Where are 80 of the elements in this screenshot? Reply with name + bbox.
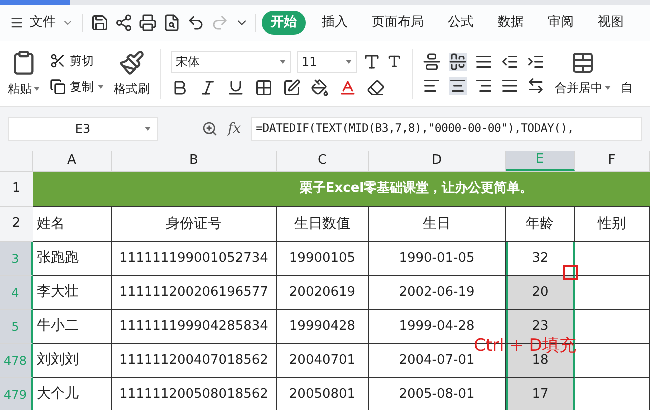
table-cell: 20050801 xyxy=(277,378,369,410)
undo-icon[interactable] xyxy=(187,14,205,32)
name-box[interactable]: E3 xyxy=(8,117,158,141)
fx-icon[interactable]: fx xyxy=(228,118,242,140)
table-cell: 大个儿 xyxy=(33,378,112,410)
table-cell: 32 xyxy=(506,242,575,276)
copy-button[interactable]: 复制 xyxy=(50,78,104,96)
table-cell: 李大壮 xyxy=(33,276,112,310)
column-header[interactable]: B xyxy=(112,151,277,171)
file-menu[interactable]: 文件 xyxy=(30,13,56,33)
print-icon[interactable] xyxy=(139,14,157,32)
align-middle-icon[interactable] xyxy=(449,52,467,70)
table-cell: 刘刘刘 xyxy=(33,344,112,378)
ribbon-label[interactable]: 自 xyxy=(621,78,633,96)
underline-icon[interactable] xyxy=(227,78,245,96)
print-preview-icon[interactable] xyxy=(163,14,181,32)
border-icon[interactable] xyxy=(255,78,273,96)
scissors-icon xyxy=(50,52,66,68)
font-dropdown[interactable]: 宋体 xyxy=(171,50,291,72)
table-cell: 20020619 xyxy=(277,276,369,310)
table-cell: 17 xyxy=(506,378,575,410)
dropdown-arrow-icon[interactable] xyxy=(280,60,286,64)
eraser-icon[interactable] xyxy=(367,78,385,96)
formula-field[interactable]: =DATEDIF(TEXT(MID(B3,7,8),"0000-00-00"),TODAY(), xyxy=(251,117,642,141)
window-tab-strip xyxy=(0,0,70,5)
ribbon-tab[interactable]: 插入 xyxy=(320,13,350,33)
column-header[interactable]: A xyxy=(33,151,112,171)
dropdown-arrow-icon[interactable] xyxy=(346,60,352,64)
header-cell: 生日 xyxy=(369,207,506,242)
ribbon-tab[interactable]: 视图 xyxy=(596,13,626,33)
table-cell: 111111199904285834 xyxy=(112,310,277,344)
header-cell: 生日数值 xyxy=(277,207,369,242)
column-header[interactable]: F xyxy=(575,151,650,171)
dropdown-arrow-icon[interactable] xyxy=(605,86,611,90)
ribbon-tab[interactable]: 审阅 xyxy=(546,13,576,33)
table-cell: 张跑跑 xyxy=(33,242,112,276)
row-header[interactable]: 2 xyxy=(0,207,33,242)
decrease-font-icon[interactable] xyxy=(387,54,402,69)
format-painter-button[interactable]: 格式刷 xyxy=(114,50,150,98)
header-cell: 性别 xyxy=(575,207,650,242)
paintbrush-icon xyxy=(119,50,145,76)
ribbon-tab[interactable]: 页面布局 xyxy=(370,13,426,33)
table-cell: 19990428 xyxy=(277,310,369,344)
font-size-dropdown[interactable]: 11 xyxy=(297,50,357,72)
table-cell: 20 xyxy=(506,276,575,310)
paste-button[interactable]: 粘贴 xyxy=(8,50,40,98)
ribbon-tab[interactable]: 数据 xyxy=(496,13,526,33)
dropdown-arrow-icon[interactable] xyxy=(145,127,151,131)
table-cell: 20040701 xyxy=(277,344,369,378)
table-cell: 111111200508018562 xyxy=(112,378,277,410)
table-cell: 牛小二 xyxy=(33,310,112,344)
dropdown-arrow-icon[interactable] xyxy=(98,84,104,88)
dropdown-arrow-icon[interactable] xyxy=(34,86,40,90)
header-cell: 身份证号 xyxy=(112,207,277,242)
italic-icon[interactable] xyxy=(199,78,217,96)
copy-icon xyxy=(50,78,66,94)
table-cell: 111111200407018562 xyxy=(112,344,277,378)
table-cell: 19900105 xyxy=(277,242,369,276)
merge-center-button[interactable]: 合并居中 xyxy=(555,50,611,96)
header-cell: 姓名 xyxy=(33,207,112,242)
increase-font-icon[interactable] xyxy=(363,52,381,70)
font-color-icon[interactable] xyxy=(339,78,357,96)
share-icon[interactable] xyxy=(115,14,133,32)
fill-handle-marker xyxy=(563,265,578,280)
title-cell: 栗子Excel零基础课堂，让办公更简单。 xyxy=(33,172,650,207)
table-cell: 111111199001052734 xyxy=(112,242,277,276)
fill-color-icon[interactable] xyxy=(311,78,329,96)
distribute-icon[interactable] xyxy=(527,76,545,94)
table-cell: 111111200206196577 xyxy=(112,276,277,310)
zoom-icon[interactable] xyxy=(202,121,218,137)
row-header[interactable]: 1 xyxy=(0,172,33,207)
ribbon-tab[interactable]: 公式 xyxy=(446,13,476,33)
align-top-icon[interactable] xyxy=(423,52,441,70)
align-center-icon[interactable] xyxy=(449,76,467,94)
cell-style-icon[interactable] xyxy=(283,78,301,96)
cut-button[interactable]: 剪切 xyxy=(50,52,104,70)
menu-icon[interactable] xyxy=(10,16,24,30)
merge-cells-icon xyxy=(571,50,595,74)
column-header[interactable]: C xyxy=(277,151,369,171)
save-icon[interactable] xyxy=(91,14,109,32)
